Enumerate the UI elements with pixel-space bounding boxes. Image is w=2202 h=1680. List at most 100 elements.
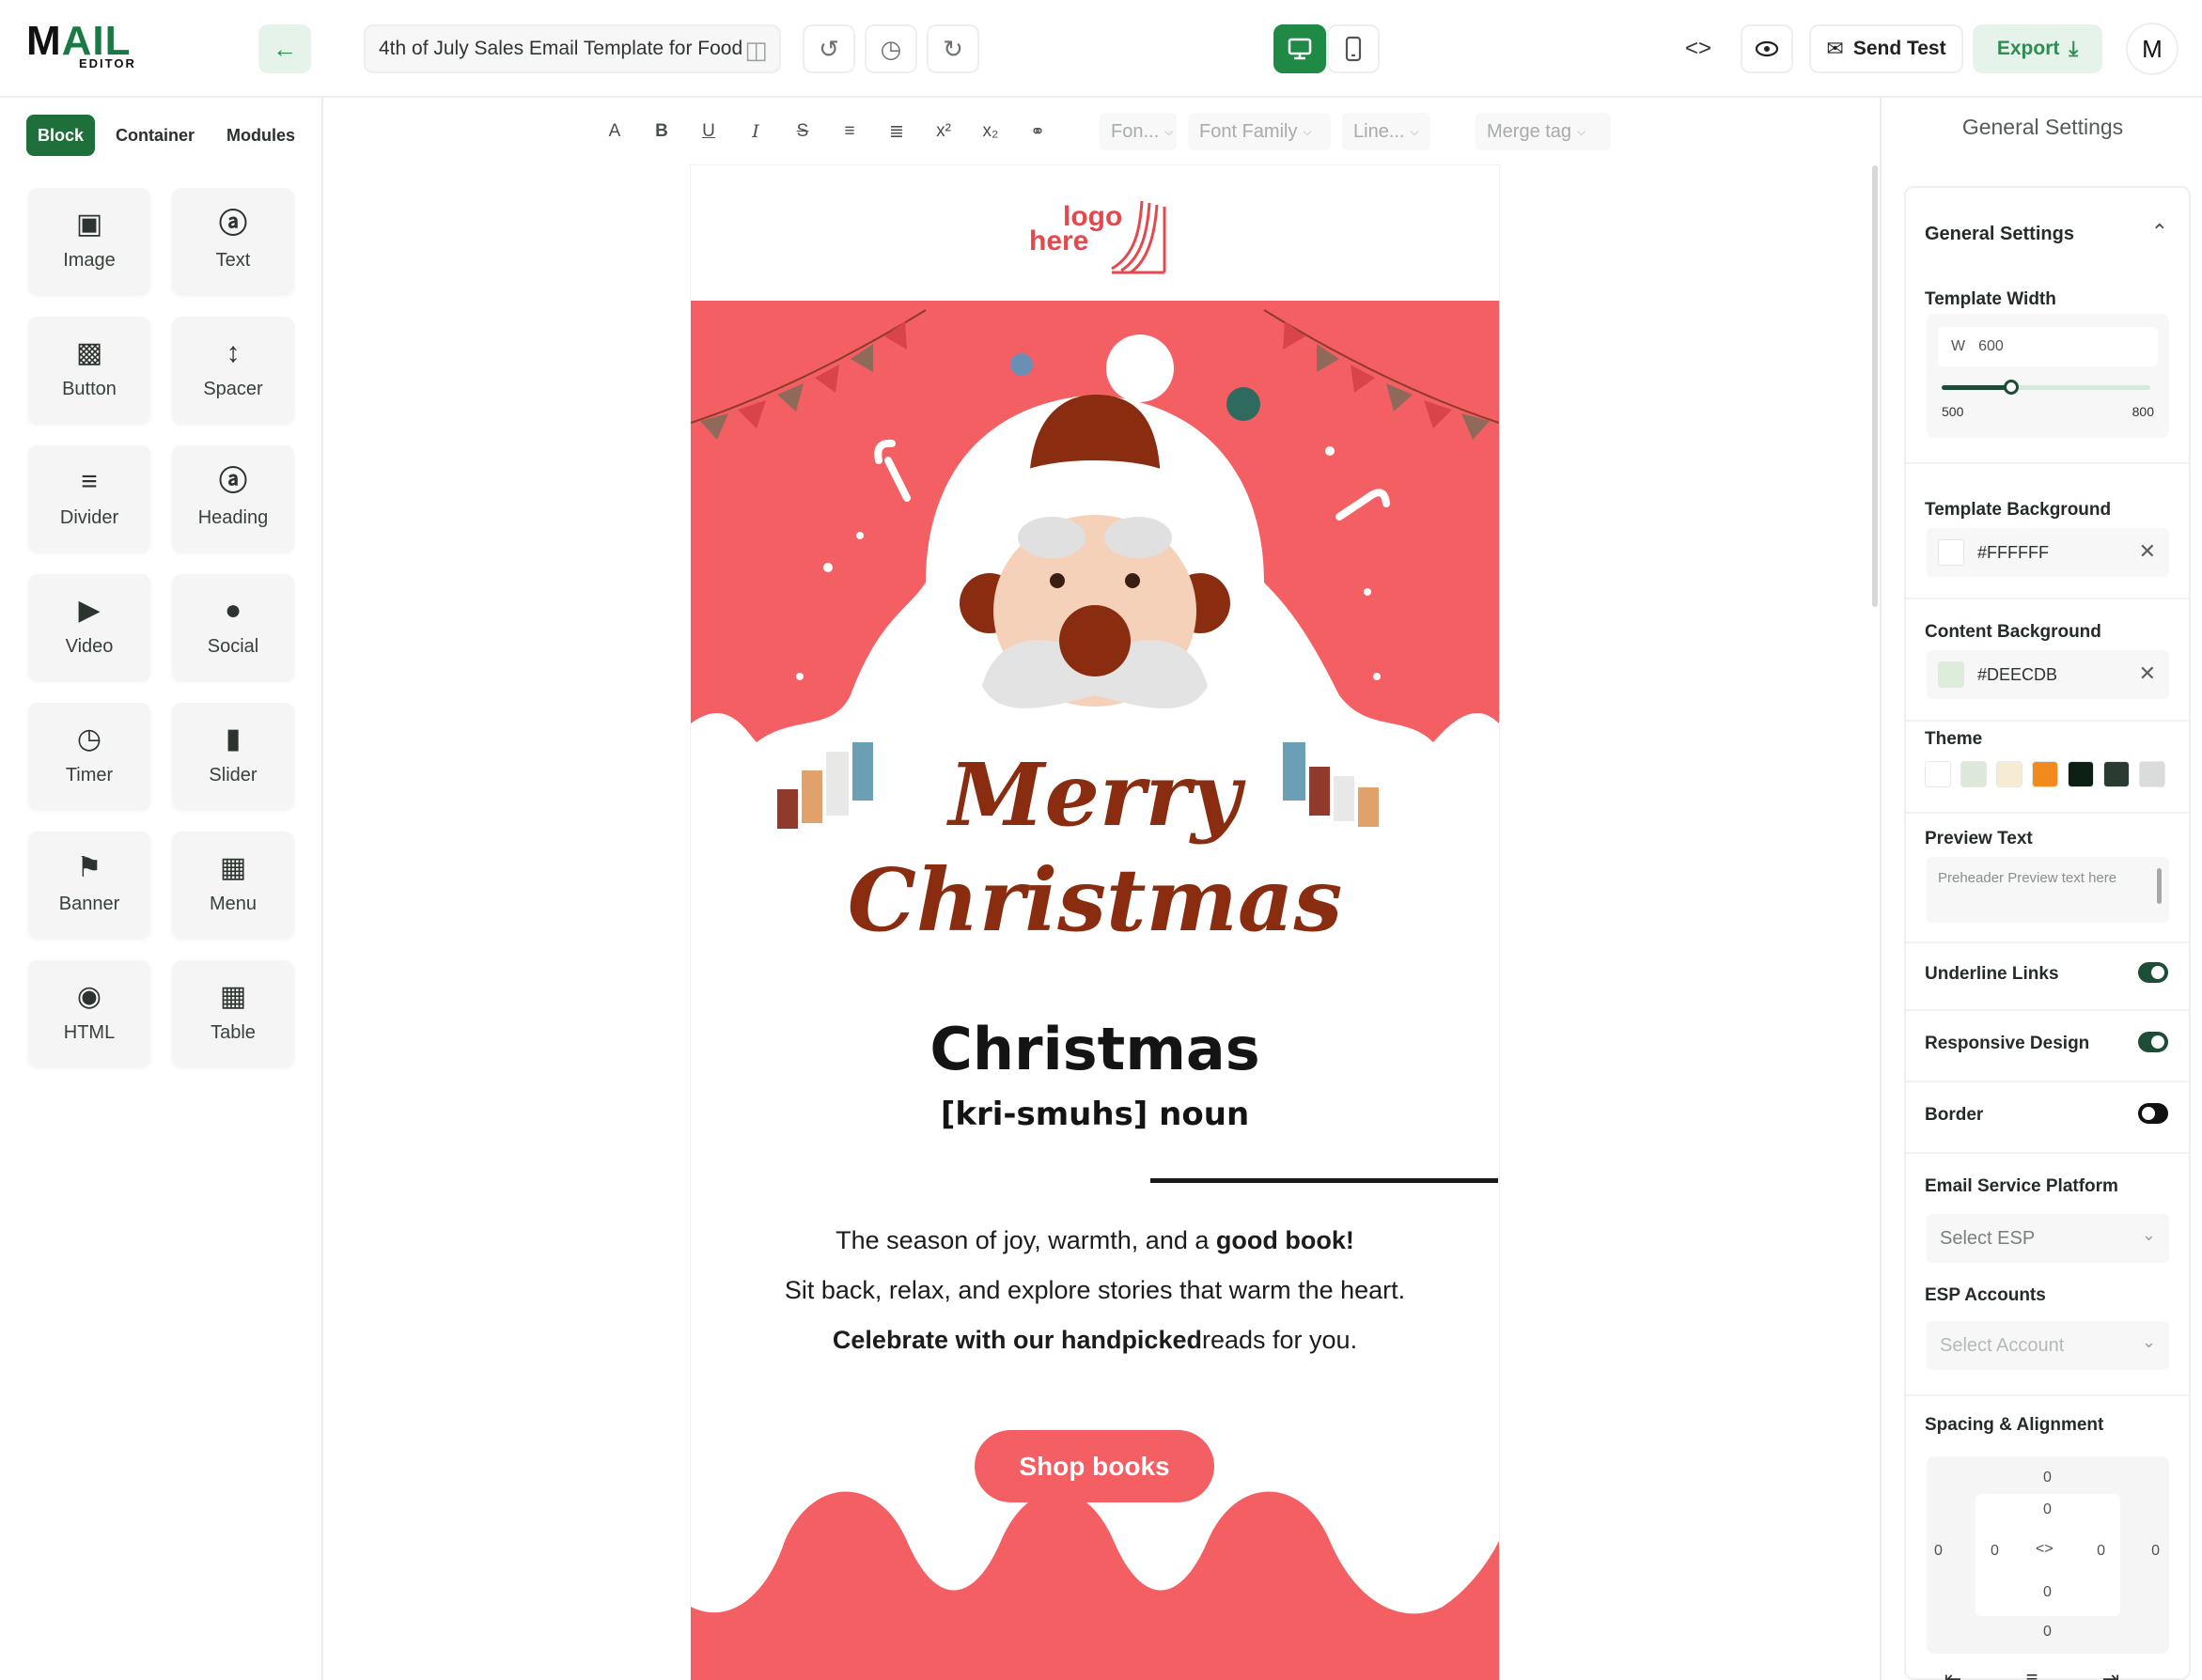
- video-icon: ▶: [78, 595, 101, 626]
- export-button[interactable]: Export ⤓: [1973, 24, 2102, 73]
- template-width-input[interactable]: W 600: [1938, 327, 2158, 366]
- title-divider[interactable]: [1150, 1178, 1498, 1184]
- theme-swatch[interactable]: [2103, 761, 2130, 787]
- back-button[interactable]: ←: [258, 24, 311, 73]
- preview-button[interactable]: [1741, 24, 1793, 73]
- merge-tag-select[interactable]: Merge tag ⌵: [1476, 113, 1611, 150]
- block-menu[interactable]: ▦ Menu: [172, 832, 294, 938]
- theme-swatch[interactable]: [2139, 761, 2165, 787]
- editor-canvas[interactable]: logo here Merry Christmas Christmas [kri…: [323, 165, 1879, 1680]
- width-slider-handle[interactable]: [2003, 380, 2019, 395]
- block-video[interactable]: ▶ Video: [28, 574, 150, 680]
- canvas-scrollbar[interactable]: [1872, 165, 1878, 607]
- template-title-input[interactable]: 4th of July Sales Email Template for Foo…: [364, 24, 781, 73]
- strike-button[interactable]: S: [784, 113, 821, 150]
- block-slider[interactable]: ▮ Slider: [172, 703, 294, 809]
- desktop-view-button[interactable]: [1273, 24, 1326, 73]
- bullet-list-button[interactable]: ≡: [831, 113, 868, 150]
- superscript-button[interactable]: x²: [925, 113, 962, 150]
- width-slider-track[interactable]: [1942, 380, 2150, 395]
- padding-bottom-value[interactable]: 0: [2043, 1584, 2052, 1601]
- redo-button[interactable]: ↻: [927, 24, 979, 73]
- theme-swatch[interactable]: [2032, 761, 2058, 787]
- border-toggle[interactable]: [2138, 1103, 2168, 1124]
- template-background-swatch[interactable]: [1938, 539, 1964, 566]
- theme-swatch[interactable]: [2068, 761, 2094, 787]
- section-title[interactable]: General Settings: [1925, 224, 2074, 245]
- content-background-label: Content Background: [1925, 622, 2101, 642]
- send-test-button[interactable]: ✉ Send Test: [1809, 24, 1963, 73]
- block-html[interactable]: ◉ HTML: [28, 960, 150, 1066]
- code-view-button[interactable]: <>: [1672, 24, 1725, 73]
- theme-swatch[interactable]: [1960, 761, 1987, 787]
- email-preview[interactable]: logo here Merry Christmas Christmas [kri…: [691, 165, 1499, 1680]
- block-spacer[interactable]: ↕ Spacer: [172, 317, 294, 423]
- block-table[interactable]: ▦ Table: [172, 960, 294, 1066]
- margin-bottom-value[interactable]: 0: [2043, 1624, 2052, 1641]
- phonetic-line[interactable]: [kri-smuhs] noun: [691, 1094, 1499, 1135]
- merry-christmas-heading[interactable]: Merry Christmas: [691, 742, 1499, 953]
- align-center-icon[interactable]: ≡: [2006, 1667, 2058, 1680]
- esp-accounts-select[interactable]: Select Account ⌄: [1927, 1321, 2169, 1370]
- align-left-icon[interactable]: ⇤: [1927, 1667, 1979, 1680]
- block-image[interactable]: ▣ Image: [28, 188, 150, 294]
- align-right-icon[interactable]: ⇥: [2085, 1667, 2137, 1680]
- divider: [1906, 812, 2189, 814]
- close-icon[interactable]: ✕: [2139, 539, 2156, 564]
- email-body-text[interactable]: The season of joy, warmth, and a good bo…: [747, 1216, 1443, 1365]
- general-settings-card: General Settings ⌃ Template Width W 600 …: [1904, 186, 2191, 1680]
- padding-left-value[interactable]: 0: [1991, 1543, 1999, 1560]
- block-social[interactable]: ● Social: [172, 574, 294, 680]
- italic-button[interactable]: I: [737, 113, 774, 150]
- underline-button[interactable]: U: [690, 113, 727, 150]
- block-banner[interactable]: ⚑ Banner: [28, 832, 150, 938]
- block-timer[interactable]: ◷ Timer: [28, 703, 150, 809]
- subscript-button[interactable]: x₂: [972, 113, 1009, 150]
- tab-block[interactable]: Block: [26, 115, 96, 156]
- esp-select[interactable]: Select ESP ⌄: [1927, 1214, 2169, 1263]
- block-divider[interactable]: ≡ Divider: [28, 445, 150, 552]
- theme-swatches: [1925, 761, 2165, 787]
- text-color-button[interactable]: A: [596, 113, 633, 150]
- line-height-select[interactable]: Line... ⌵: [1342, 113, 1430, 150]
- theme-swatch[interactable]: [1996, 761, 2022, 787]
- arrow-left-icon: ←: [273, 34, 297, 63]
- margin-top-value[interactable]: 0: [2043, 1470, 2052, 1486]
- brand-logo[interactable]: logo here: [1029, 194, 1170, 278]
- content-background-field[interactable]: #DEECDB ✕: [1927, 650, 2169, 699]
- padding-right-value[interactable]: 0: [2097, 1543, 2105, 1560]
- responsive-design-toggle[interactable]: [2138, 1032, 2168, 1052]
- document-icon[interactable]: ◫: [744, 36, 768, 65]
- history-button[interactable]: ◷: [865, 24, 917, 73]
- content-background-swatch[interactable]: [1938, 661, 1964, 688]
- font-size-select[interactable]: Fon... ⌵: [1100, 113, 1177, 150]
- app-logo[interactable]: MAIL EDITOR: [26, 21, 148, 71]
- preview-text-input[interactable]: Preheader Preview text here: [1927, 857, 2169, 923]
- block-button[interactable]: ▩ Button: [28, 317, 150, 423]
- numbered-list-button[interactable]: ≣: [878, 113, 915, 150]
- link-spacing-icon[interactable]: <>: [2036, 1541, 2054, 1558]
- link-button[interactable]: ⚭: [1019, 113, 1056, 150]
- margin-right-value[interactable]: 0: [2151, 1543, 2160, 1560]
- shop-books-button[interactable]: Shop books: [975, 1430, 1214, 1502]
- block-text[interactable]: ⓐ Text: [172, 188, 294, 294]
- template-background-field[interactable]: #FFFFFF ✕: [1927, 528, 2169, 577]
- dictionary-word[interactable]: Christmas: [691, 1017, 1499, 1082]
- margin-left-value[interactable]: 0: [1934, 1543, 1943, 1560]
- tab-container[interactable]: Container: [104, 115, 206, 156]
- mobile-icon: [1345, 36, 1362, 62]
- bold-button[interactable]: B: [643, 113, 680, 150]
- theme-swatch[interactable]: [1925, 761, 1951, 787]
- undo-button[interactable]: ↺: [803, 24, 855, 73]
- mobile-view-button[interactable]: [1327, 24, 1380, 73]
- email-logo-row[interactable]: logo here: [691, 165, 1499, 301]
- padding-top-value[interactable]: 0: [2043, 1501, 2052, 1518]
- close-icon[interactable]: ✕: [2139, 661, 2156, 686]
- font-family-select[interactable]: Font Family ⌵: [1188, 113, 1331, 150]
- avatar[interactable]: M: [2126, 23, 2179, 75]
- underline-links-toggle[interactable]: [2138, 962, 2168, 983]
- chevron-up-icon[interactable]: ⌃: [2151, 220, 2168, 244]
- tab-modules[interactable]: Modules: [215, 115, 306, 156]
- block-heading[interactable]: ⓐ Heading: [172, 445, 294, 552]
- textarea-scrollbar[interactable]: [2157, 868, 2162, 904]
